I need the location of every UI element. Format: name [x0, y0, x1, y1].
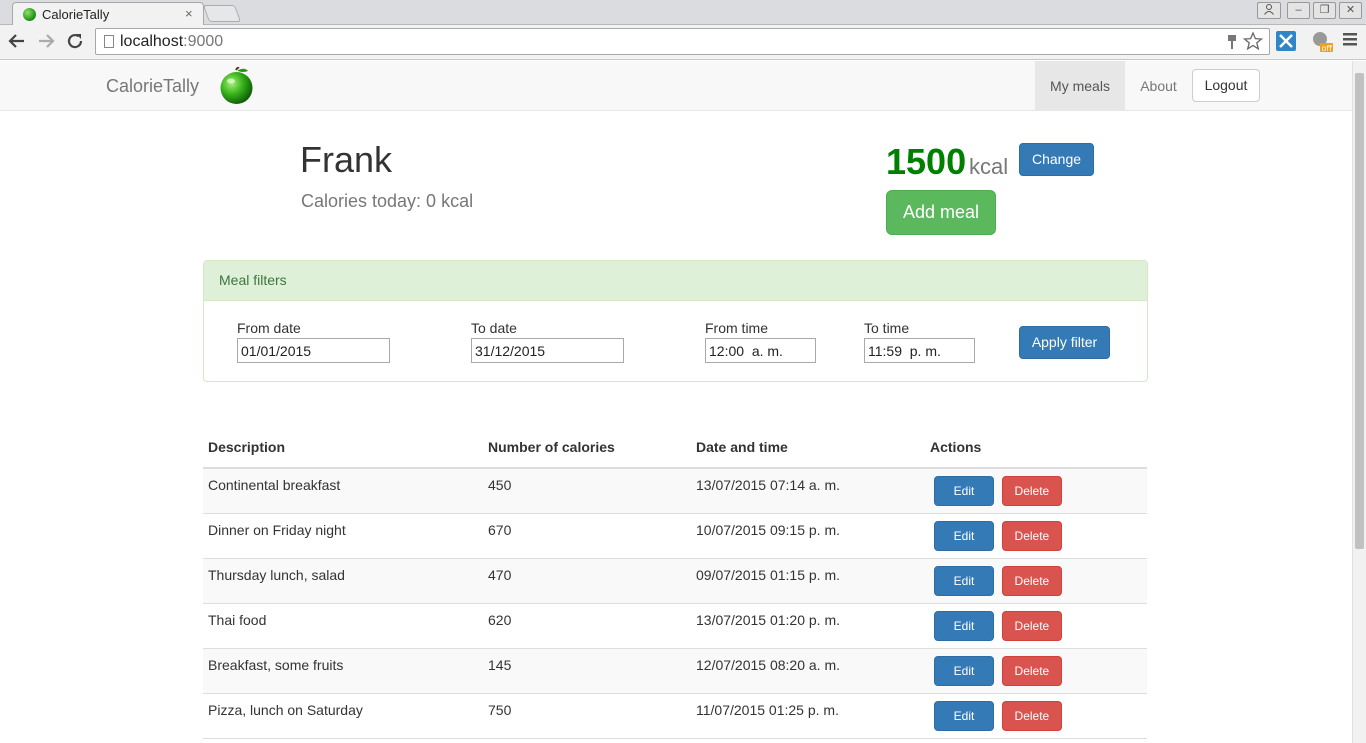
- meal-calories: 620: [483, 603, 691, 649]
- edit-button[interactable]: Edit: [934, 610, 994, 641]
- svg-text:off: off: [1322, 44, 1333, 53]
- brand-link[interactable]: CalorieTally: [106, 76, 199, 97]
- table-row: Breakfast, some fruits 145 12/07/2015 08…: [203, 648, 1147, 694]
- browser-toolbar: localhost:9000 off: [0, 25, 1366, 60]
- address-bar[interactable]: localhost:9000: [95, 28, 1270, 55]
- table-header-row: Description Number of calories Date and …: [203, 434, 1147, 469]
- profile-icon[interactable]: [1257, 2, 1281, 19]
- meal-actions: Edit Delete: [925, 558, 1147, 604]
- meal-actions: Edit Delete: [925, 468, 1147, 514]
- to-time-input[interactable]: [864, 338, 975, 363]
- column-header-datetime: Date and time: [691, 434, 925, 469]
- logout-button[interactable]: Logout: [1192, 69, 1260, 102]
- meal-actions: Edit Delete: [925, 648, 1147, 694]
- from-date-label: From date: [237, 320, 301, 336]
- meal-datetime: 09/07/2015 01:15 p. m.: [691, 558, 925, 604]
- table-row: Thai food 620 13/07/2015 01:20 p. m. Edi…: [203, 603, 1147, 649]
- minimize-button[interactable]: –: [1287, 2, 1310, 19]
- meal-description: Dinner on Friday night: [203, 513, 483, 559]
- from-time-input[interactable]: [705, 338, 816, 363]
- user-name: Frank: [300, 139, 393, 180]
- key-icon: [1228, 35, 1237, 49]
- close-window-button[interactable]: ✕: [1339, 2, 1362, 19]
- change-goal-button[interactable]: Change: [1019, 143, 1094, 176]
- back-arrow-icon[interactable]: [8, 32, 26, 55]
- edit-button[interactable]: Edit: [934, 565, 994, 596]
- bookmark-star-icon[interactable]: [1242, 31, 1264, 51]
- delete-button[interactable]: Delete: [1001, 565, 1062, 596]
- meal-actions: Edit Delete: [925, 693, 1147, 739]
- delete-button[interactable]: Delete: [1001, 476, 1062, 506]
- delete-button[interactable]: Delete: [1001, 610, 1062, 641]
- from-date-input[interactable]: [237, 338, 390, 363]
- tab-title: CalorieTally: [42, 7, 110, 22]
- tab-close-icon[interactable]: ×: [185, 6, 193, 21]
- extension-icon[interactable]: [1276, 31, 1296, 51]
- meal-filters-heading: Meal filters: [204, 261, 1147, 301]
- page-icon: [104, 35, 114, 48]
- page-viewport: CalorieTally My meals About Logout Frank…: [0, 61, 1352, 743]
- meal-datetime: 10/07/2015 09:15 p. m.: [691, 513, 925, 559]
- restore-button[interactable]: ❐: [1313, 2, 1336, 19]
- apple-favicon-icon: [23, 8, 36, 21]
- forward-arrow-icon[interactable]: [37, 32, 55, 55]
- apply-filter-button[interactable]: Apply filter: [1019, 326, 1110, 359]
- meal-description: Continental breakfast: [203, 468, 483, 514]
- meal-calories: 470: [483, 558, 691, 604]
- apple-logo-icon: [218, 66, 255, 105]
- meal-description: Pizza, lunch on Saturday: [203, 693, 483, 739]
- to-date-input[interactable]: [471, 338, 624, 363]
- meal-calories: 670: [483, 513, 691, 559]
- meal-actions: Edit Delete: [925, 603, 1147, 649]
- meal-datetime: 12/07/2015 08:20 a. m.: [691, 648, 925, 694]
- meal-actions: Edit Delete: [925, 513, 1147, 559]
- add-meal-button[interactable]: Add meal: [886, 190, 996, 235]
- scrollbar-thumb[interactable]: [1355, 73, 1364, 549]
- meal-calories: 750: [483, 693, 691, 739]
- from-time-label: From time: [705, 320, 768, 336]
- url-text: localhost:9000: [120, 33, 224, 50]
- meal-calories: 145: [483, 648, 691, 694]
- table-row: Dinner on Friday night 670 10/07/2015 09…: [203, 513, 1147, 559]
- calorie-goal-value: 1500: [886, 141, 967, 182]
- column-header-actions: Actions: [925, 434, 1147, 469]
- meal-datetime: 13/07/2015 07:14 a. m.: [691, 468, 925, 514]
- table-row: Pizza, lunch on Saturday 750 11/07/2015 …: [203, 693, 1147, 739]
- calories-today: Calories today: 0 kcal: [301, 191, 474, 211]
- table-row: Thursday lunch, salad 470 09/07/2015 01:…: [203, 558, 1147, 604]
- column-header-calories: Number of calories: [483, 434, 691, 469]
- reload-icon[interactable]: [66, 32, 84, 55]
- meal-description: Breakfast, some fruits: [203, 648, 483, 694]
- extension-off-icon[interactable]: off: [1310, 30, 1333, 53]
- calorie-goal-unit: kcal: [969, 154, 1009, 179]
- meal-calories: 450: [483, 468, 691, 514]
- menu-icon[interactable]: [1343, 31, 1357, 52]
- edit-button[interactable]: Edit: [934, 700, 994, 731]
- to-time-label: To time: [864, 320, 910, 336]
- edit-button[interactable]: Edit: [934, 476, 994, 506]
- meal-description: Thursday lunch, salad: [203, 558, 483, 604]
- delete-button[interactable]: Delete: [1001, 700, 1062, 731]
- meal-filters-panel: Meal filters From date To date From time…: [203, 260, 1148, 382]
- meals-table: Description Number of calories Date and …: [203, 434, 1147, 739]
- edit-button[interactable]: Edit: [934, 655, 994, 686]
- meal-datetime: 13/07/2015 01:20 p. m.: [691, 603, 925, 649]
- omnibox-icons: [1226, 31, 1264, 56]
- meal-description: Thai food: [203, 603, 483, 649]
- nav-my-meals[interactable]: My meals: [1035, 61, 1125, 111]
- meal-datetime: 11/07/2015 01:25 p. m.: [691, 693, 925, 739]
- nav-about[interactable]: About: [1125, 61, 1192, 111]
- table-row: Continental breakfast 450 13/07/2015 07:…: [203, 468, 1147, 514]
- navbar: CalorieTally My meals About Logout: [0, 61, 1352, 111]
- to-date-label: To date: [471, 320, 517, 336]
- browser-tab[interactable]: CalorieTally ×: [12, 2, 204, 26]
- page-scrollbar[interactable]: [1352, 61, 1366, 743]
- delete-button[interactable]: Delete: [1001, 655, 1062, 686]
- delete-button[interactable]: Delete: [1001, 520, 1062, 551]
- new-tab-button[interactable]: [202, 5, 242, 22]
- edit-button[interactable]: Edit: [934, 520, 994, 551]
- browser-tabstrip: CalorieTally × – ❐ ✕: [0, 0, 1366, 26]
- column-header-description: Description: [203, 434, 483, 469]
